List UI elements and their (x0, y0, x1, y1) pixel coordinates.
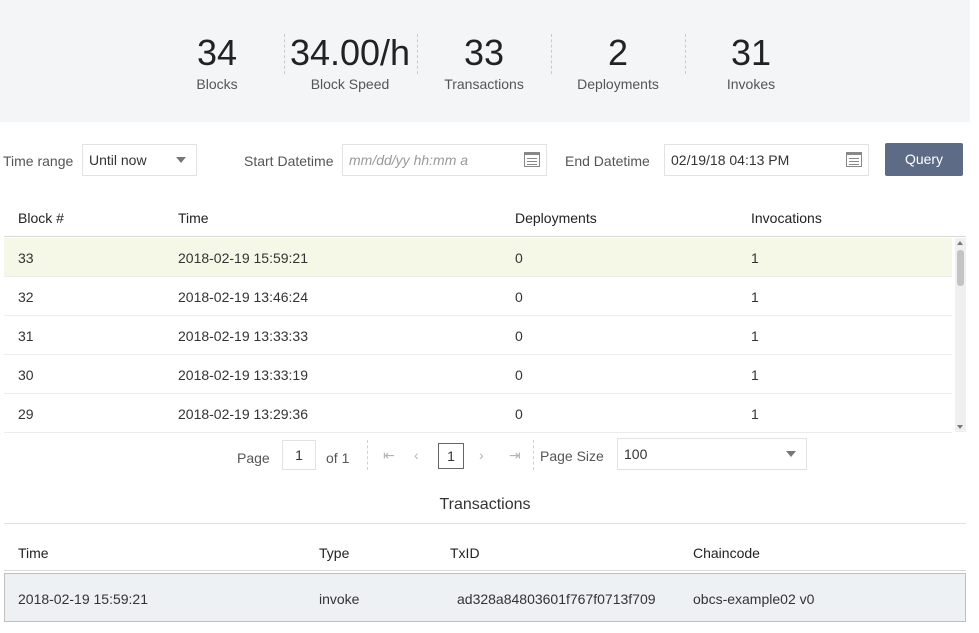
block-deployments: 0 (515, 328, 523, 344)
block-time: 2018-02-19 15:59:21 (178, 250, 308, 266)
page-count-label: of 1 (326, 450, 350, 466)
stat-label: Transactions (444, 76, 524, 92)
block-time: 2018-02-19 13:33:19 (178, 367, 308, 383)
table-row[interactable]: 31 2018-02-19 13:33:33 0 1 (4, 316, 952, 355)
stat-label: Deployments (577, 76, 659, 92)
transactions-table-header: Time Type TxID Chaincode (4, 523, 966, 571)
table-row[interactable]: 29 2018-02-19 13:29:36 0 1 (4, 394, 952, 433)
scrollbar-thumb[interactable] (957, 250, 964, 286)
stat-label: Block Speed (310, 76, 390, 92)
block-deployments: 0 (515, 367, 523, 383)
blocks-scrollbar[interactable] (955, 238, 966, 432)
column-header-chaincode[interactable]: Chaincode (693, 544, 760, 562)
blocks-table-header: Block # Time Deployments Invocations (4, 197, 966, 237)
block-number: 30 (18, 367, 34, 383)
column-header-txid[interactable]: TxID (450, 544, 480, 562)
tx-time: 2018-02-19 15:59:21 (18, 591, 148, 607)
block-number: 32 (18, 289, 34, 305)
table-row[interactable]: 33 2018-02-19 15:59:21 0 1 (4, 238, 952, 277)
calendar-icon[interactable] (524, 152, 540, 167)
first-page-icon[interactable]: ⇤ (383, 446, 395, 464)
chevron-down-icon (176, 157, 186, 163)
column-header-deployments[interactable]: Deployments (515, 209, 597, 227)
last-page-icon[interactable]: ⇥ (509, 446, 521, 464)
block-invocations: 1 (751, 406, 759, 422)
start-datetime-input[interactable] (349, 152, 514, 168)
end-datetime-label: End Datetime (565, 153, 650, 169)
next-page-icon[interactable]: › (479, 446, 484, 464)
stat-value: 31 (730, 32, 772, 73)
time-range-value: Until now (89, 152, 147, 168)
blocks-table: Block # Time Deployments Invocations 33 … (4, 197, 966, 433)
block-invocations: 1 (751, 289, 759, 305)
block-invocations: 1 (751, 250, 759, 266)
tx-id: ad328a84803601f767f0713f709 (457, 591, 656, 607)
block-deployments: 0 (515, 289, 523, 305)
stats-bar: 34 Blocks 34.00/h Block Speed 33 Transac… (0, 0, 970, 122)
end-datetime-input[interactable] (671, 152, 836, 168)
tx-chaincode: obcs-example02 v0 (693, 591, 815, 607)
scroll-down-icon[interactable] (957, 425, 963, 429)
stat-value: 2 (607, 32, 629, 73)
column-header-type[interactable]: Type (319, 544, 349, 562)
time-range-label: Time range (3, 153, 74, 169)
page-label: Page (237, 450, 270, 466)
transactions-title: Transactions (439, 496, 531, 513)
block-deployments: 0 (515, 406, 523, 422)
start-datetime-label: Start Datetime (244, 153, 334, 169)
page-size-select[interactable]: 100 (617, 438, 807, 470)
stat-value: 33 (463, 32, 505, 73)
column-header-block[interactable]: Block # (18, 209, 64, 227)
stat-label: Invokes (726, 76, 776, 92)
table-row[interactable]: 2018-02-19 15:59:21 invoke ad328a8480360… (4, 573, 966, 622)
calendar-icon[interactable] (846, 152, 862, 167)
divider (367, 440, 368, 470)
tx-type: invoke (319, 591, 360, 607)
current-page-indicator[interactable]: 1 (438, 443, 464, 469)
prev-page-icon[interactable]: ‹ (414, 446, 419, 464)
table-row[interactable]: 30 2018-02-19 13:33:19 0 1 (4, 355, 952, 394)
time-range-select[interactable]: Until now (82, 144, 197, 176)
page-size-label: Page Size (540, 448, 604, 464)
column-header-invocations[interactable]: Invocations (751, 209, 822, 227)
block-time: 2018-02-19 13:29:36 (178, 406, 308, 422)
block-time: 2018-02-19 13:33:33 (178, 328, 308, 344)
block-number: 33 (18, 250, 34, 266)
block-invocations: 1 (751, 328, 759, 344)
stat-label: Blocks (196, 76, 238, 92)
stat-value: 34.00/h (289, 32, 411, 73)
block-invocations: 1 (751, 367, 759, 383)
column-header-time[interactable]: Time (18, 544, 49, 562)
block-time: 2018-02-19 13:46:24 (178, 289, 308, 305)
end-datetime-field[interactable] (664, 144, 869, 176)
query-button[interactable]: Query (885, 143, 963, 176)
column-header-time[interactable]: Time (178, 209, 209, 227)
stat-value: 34 (196, 32, 238, 73)
block-deployments: 0 (515, 250, 523, 266)
scroll-up-icon[interactable] (957, 241, 963, 245)
table-row[interactable]: 32 2018-02-19 13:46:24 0 1 (4, 277, 952, 316)
block-number: 29 (18, 406, 34, 422)
page-input[interactable]: 1 (282, 440, 316, 470)
start-datetime-field[interactable] (342, 144, 547, 176)
page-size-value: 100 (624, 446, 648, 462)
pagination: Page 1 of 1 ⇤ ‹ 1 › ⇥ Page Size 100 (0, 438, 979, 474)
block-number: 31 (18, 328, 34, 344)
chevron-down-icon (786, 451, 796, 457)
divider (533, 440, 534, 470)
